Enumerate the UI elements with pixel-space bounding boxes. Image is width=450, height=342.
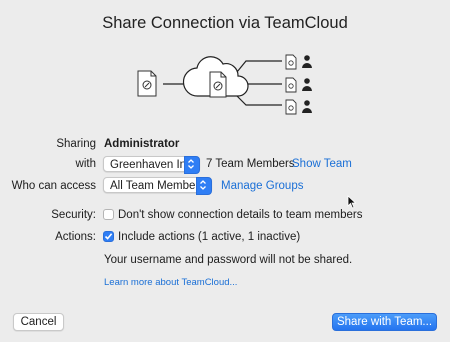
chevron-updown-icon — [184, 156, 200, 174]
access-select-value: All Team Members — [110, 180, 206, 192]
team-select[interactable]: Greenhaven Inc — [103, 156, 200, 174]
show-team-link[interactable]: Show Team — [292, 158, 352, 170]
sharing-label: Sharing — [56, 138, 96, 150]
actions-checkbox[interactable] — [103, 231, 114, 242]
sharing-user: Administrator — [104, 138, 180, 150]
sharing-illustration — [137, 54, 312, 115]
person-icon — [302, 100, 312, 113]
share-with-team-button[interactable]: Share with Team... — [332, 313, 437, 331]
actions-checkbox-label: Include actions (1 active, 1 inactive) — [118, 231, 301, 243]
member-document-icon — [285, 99, 297, 115]
member-document-icon — [285, 54, 297, 70]
security-label: Security: — [51, 209, 96, 221]
credentials-notice: Your username and password will not be s… — [104, 254, 353, 266]
mouse-cursor-icon — [347, 195, 357, 209]
manage-groups-link[interactable]: Manage Groups — [221, 180, 303, 192]
learn-more-link[interactable]: Learn more about TeamCloud... — [104, 277, 237, 288]
security-checkbox[interactable] — [103, 209, 114, 220]
team-member-count: 7 Team Members — [206, 158, 295, 170]
person-icon — [302, 78, 312, 91]
cancel-button[interactable]: Cancel — [13, 313, 64, 331]
access-label: Who can access — [11, 180, 96, 192]
actions-label: Actions: — [55, 231, 96, 243]
team-select-value: Greenhaven Inc — [110, 159, 192, 171]
security-checkbox-label: Don't show connection details to team me… — [118, 209, 363, 221]
person-icon — [302, 55, 312, 68]
access-select[interactable]: All Team Members — [103, 177, 212, 195]
checkmark-icon — [104, 233, 113, 240]
cloud-icon — [182, 56, 249, 98]
member-document-icon — [285, 77, 297, 93]
with-label: with — [75, 158, 96, 170]
local-document-icon — [137, 70, 157, 97]
chevron-updown-icon — [196, 177, 212, 195]
